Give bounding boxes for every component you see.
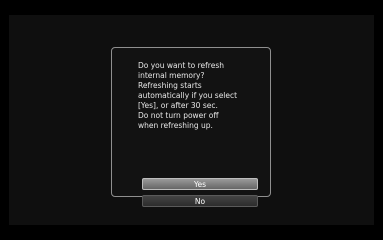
dialog-message: Do you want to refresh internal memory? … bbox=[138, 61, 238, 130]
yes-button[interactable]: Yes bbox=[142, 178, 258, 190]
refresh-memory-dialog: Do you want to refresh internal memory? … bbox=[111, 47, 271, 207]
screen-area: Do you want to refresh internal memory? … bbox=[9, 15, 374, 225]
no-button[interactable]: No bbox=[142, 195, 258, 207]
